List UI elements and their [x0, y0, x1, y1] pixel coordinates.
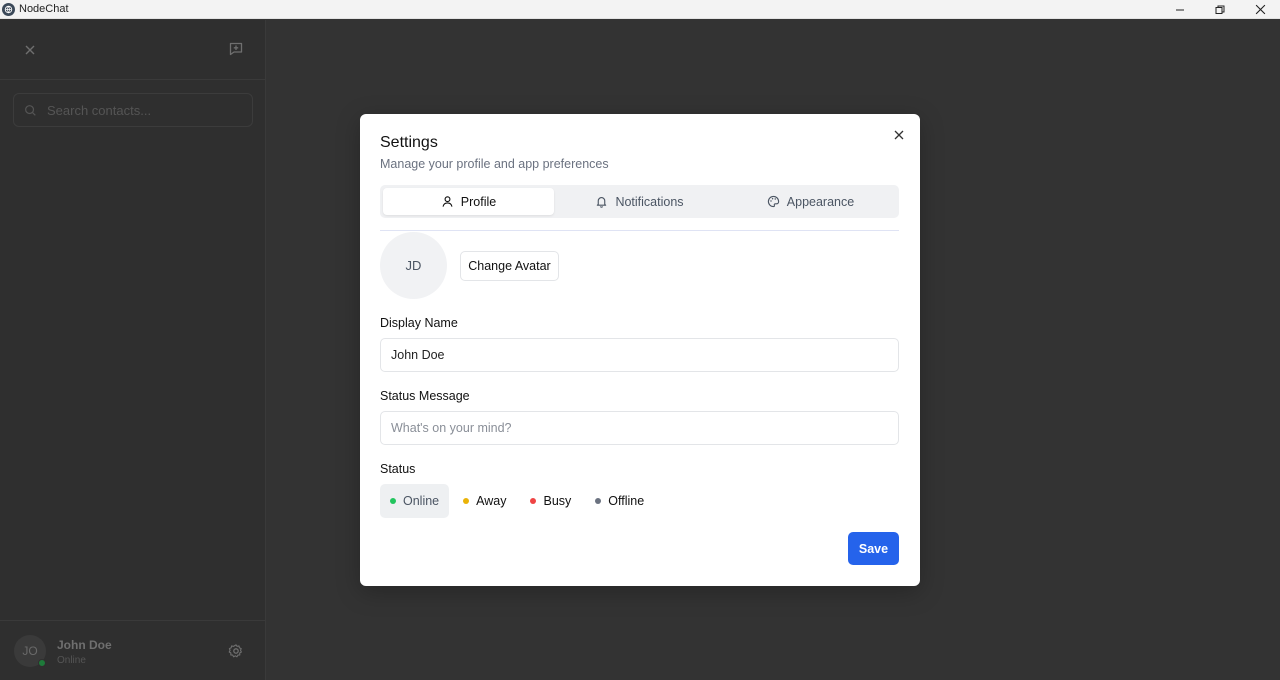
status-option-offline[interactable]: Offline [585, 484, 654, 518]
change-avatar-button[interactable]: Change Avatar [460, 251, 559, 281]
status-option-label: Away [476, 494, 507, 508]
status-options: Online Away Busy Offline [380, 484, 654, 518]
restore-button[interactable] [1200, 0, 1240, 19]
dialog-close-button[interactable] [892, 128, 906, 142]
close-icon [894, 130, 904, 140]
sidebar: JO John Doe Online [0, 20, 266, 680]
window-title: NodeChat [19, 3, 69, 15]
status-option-label: Offline [608, 494, 645, 508]
user-icon [442, 196, 453, 207]
status-option-label: Busy [543, 494, 572, 508]
dialog-subtitle: Manage your profile and app preferences [380, 157, 609, 171]
tab-notifications[interactable]: Notifications [554, 188, 725, 215]
status-option-away[interactable]: Away [453, 484, 516, 518]
nodechat-logo-icon [2, 2, 15, 16]
tab-appearance[interactable]: Appearance [725, 188, 896, 215]
palette-icon [767, 195, 779, 208]
window-titlebar: NodeChat [0, 0, 1280, 19]
tab-profile-label: Profile [460, 194, 497, 209]
user-name: John Doe [57, 638, 112, 652]
user-status: Online [57, 655, 86, 666]
minimize-button[interactable] [1160, 0, 1200, 19]
online-dot-icon [390, 498, 396, 504]
minimize-icon [1176, 9, 1184, 10]
status-option-label: Online [403, 494, 440, 508]
tab-profile[interactable]: Profile [383, 188, 554, 215]
window-controls [1160, 0, 1280, 19]
settings-button[interactable] [228, 643, 244, 659]
new-message-icon [229, 42, 243, 56]
busy-dot-icon [530, 498, 537, 504]
settings-tabs: Profile Notifications Appearance [380, 185, 899, 218]
tab-appearance-label: Appearance [786, 194, 855, 209]
tab-notifications-label: Notifications [615, 194, 684, 209]
current-user-panel: JO John Doe Online [0, 620, 266, 680]
offline-dot-icon [595, 498, 602, 504]
status-message-label: Status Message [380, 389, 470, 403]
status-option-busy[interactable]: Busy [520, 484, 581, 518]
sidebar-header [0, 20, 265, 80]
close-icon [25, 45, 35, 55]
save-button[interactable]: Save [848, 532, 899, 565]
new-chat-button[interactable] [228, 41, 244, 57]
online-status-dot [38, 659, 46, 667]
display-name-field[interactable] [380, 338, 899, 372]
gear-icon [228, 644, 242, 658]
search-icon [24, 104, 37, 117]
profile-avatar: JD [380, 232, 447, 299]
restore-icon [1215, 5, 1225, 14]
status-label: Status [380, 462, 416, 476]
divider [380, 230, 899, 231]
dialog-title: Settings [380, 134, 438, 151]
contact-search[interactable] [13, 93, 253, 127]
away-dot-icon [463, 498, 470, 504]
sidebar-close-button[interactable] [22, 42, 38, 58]
bell-icon [597, 197, 607, 208]
search-input[interactable] [47, 102, 237, 118]
display-name-label: Display Name [380, 316, 458, 330]
status-option-online[interactable]: Online [380, 484, 450, 518]
status-message-field[interactable] [380, 411, 899, 445]
window-close-button[interactable] [1240, 0, 1280, 19]
close-icon [1255, 4, 1265, 15]
settings-dialog: Settings Manage your profile and app pre… [360, 114, 920, 586]
